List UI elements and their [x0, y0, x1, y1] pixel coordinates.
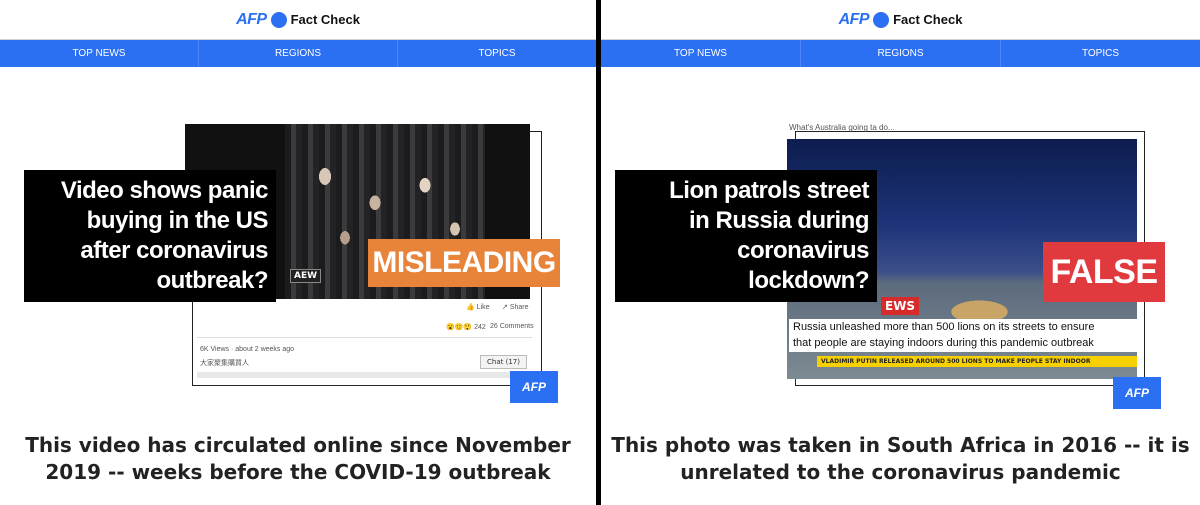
fact-check-visual: AEW Video shows panic buying in the US a…: [0, 67, 596, 430]
news-tag: EWS: [881, 297, 920, 315]
verdict-label: MISLEADING: [368, 239, 560, 287]
verdict-label: FALSE: [1043, 242, 1165, 302]
claim-line-2: in Russia during: [688, 207, 870, 234]
post-top-text: What's Australia going ta do...: [789, 123, 895, 132]
afp-badge: AFP: [510, 371, 558, 403]
nav-topics[interactable]: TOPICS: [1001, 40, 1200, 67]
claim-line-1: Lion patrols street: [669, 177, 869, 204]
post-footer-bar: [197, 372, 532, 378]
caption-line-2: unrelated to the coronavirus pandemic: [680, 460, 1121, 484]
site-header: AFP Fact Check: [601, 0, 1200, 40]
main-nav: TOP NEWS REGIONS TOPICS: [0, 40, 596, 67]
comments-count[interactable]: 26 Comments: [490, 323, 534, 330]
afp-logo[interactable]: AFP: [236, 11, 267, 29]
share-icon: ↗: [502, 304, 510, 311]
thumbs-up-icon: 👍: [466, 304, 477, 311]
nav-regions[interactable]: REGIONS: [199, 40, 398, 67]
fact-check-card-right: AFP Fact Check TOP NEWS REGIONS TOPICS W…: [601, 0, 1200, 505]
comment-text: 大家聚集購買人: [200, 360, 249, 367]
nav-topics[interactable]: TOPICS: [398, 40, 596, 67]
news-ticker-line-2: that people are staying indoors during t…: [789, 335, 1137, 352]
fact-check-caption: This video has circulated online since N…: [0, 432, 596, 486]
reaction-icons: 😮🙂😲: [446, 324, 475, 331]
main-nav: TOP NEWS REGIONS TOPICS: [601, 40, 1200, 67]
claim-line-4: outbreak?: [156, 267, 268, 294]
reaction-number: 242: [474, 324, 486, 331]
share-label: Share: [509, 304, 529, 311]
site-title[interactable]: Fact Check: [291, 12, 360, 27]
like-button[interactable]: 👍 Like: [466, 303, 490, 311]
site-title[interactable]: Fact Check: [893, 12, 962, 27]
fact-check-card-left: AFP Fact Check TOP NEWS REGIONS TOPICS A…: [0, 0, 596, 505]
claim-line-2: buying in the US: [86, 207, 269, 234]
nav-regions[interactable]: REGIONS: [801, 40, 1001, 67]
caption-line-1: This video has circulated online since N…: [25, 433, 571, 457]
caption-line-1: This photo was taken in South Africa in …: [611, 433, 1190, 457]
fact-check-caption: This photo was taken in South Africa in …: [601, 432, 1200, 486]
fact-check-visual: What's Australia going ta do... EWS Russ…: [601, 67, 1200, 430]
claim-line-4: lockdown?: [748, 267, 869, 294]
reaction-count: 😮🙂😲 242: [446, 323, 486, 331]
view-count: 6K Views · about 2 weeks ago: [200, 346, 295, 353]
site-header: AFP Fact Check: [0, 0, 596, 40]
claim-line-3: coronavirus: [737, 237, 869, 264]
news-ticker-line-1: Russia unleashed more than 500 lions on …: [789, 319, 1137, 336]
claim-line-1: Video shows panic: [60, 177, 269, 204]
chat-button[interactable]: Chat (17): [480, 355, 527, 369]
claim-text: Lion patrols street in Russia during cor…: [615, 170, 877, 302]
nav-top-news[interactable]: TOP NEWS: [0, 40, 199, 67]
logo-circle-icon: [873, 11, 890, 28]
afp-badge: AFP: [1113, 377, 1161, 409]
logo-circle-icon: [270, 11, 287, 28]
news-ticker-banner: VLADIMIR PUTIN RELEASED AROUND 500 LIONS…: [817, 356, 1137, 367]
video-watermark: AEW: [290, 269, 322, 283]
post-divider: [197, 337, 532, 338]
claim-text: Video shows panic buying in the US after…: [24, 170, 276, 302]
share-button[interactable]: ↗ Share: [502, 303, 529, 311]
afp-logo[interactable]: AFP: [839, 11, 870, 29]
like-label: Like: [476, 304, 490, 311]
nav-top-news[interactable]: TOP NEWS: [601, 40, 801, 67]
claim-line-3: after coronavirus: [80, 237, 268, 264]
caption-line-2: 2019 -- weeks before the COVID-19 outbre…: [45, 460, 551, 484]
